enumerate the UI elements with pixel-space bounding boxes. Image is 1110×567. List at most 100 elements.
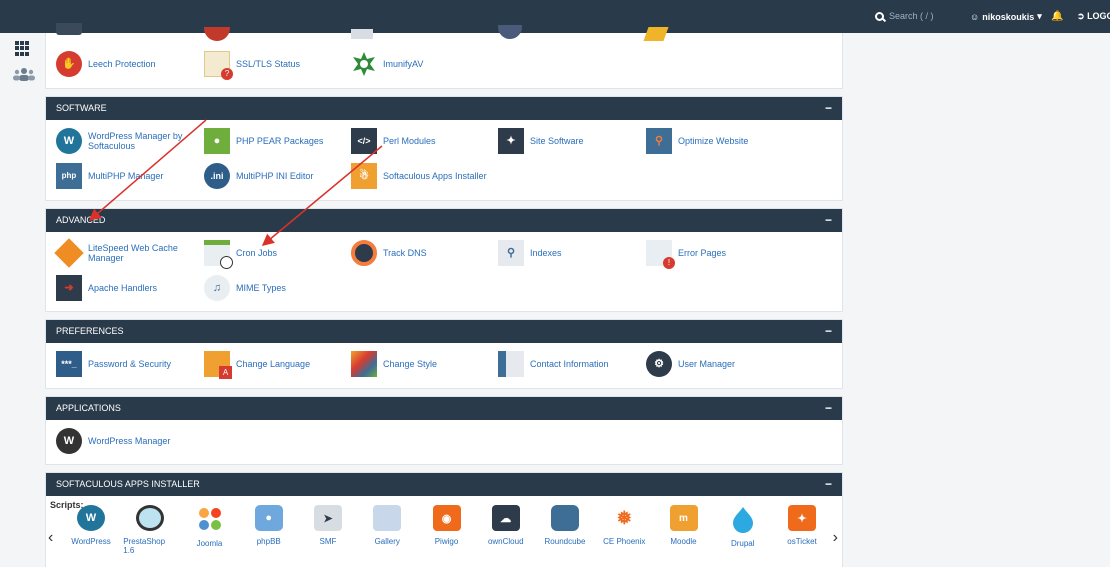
change-style-icon	[351, 351, 377, 377]
app-roundcube[interactable]: Roundcube	[538, 505, 592, 546]
app-label: CE Phoenix	[603, 537, 646, 546]
app-joomla[interactable]: Joomla	[183, 505, 237, 548]
site-software-icon: ✦	[498, 128, 524, 154]
tool-change-language[interactable]: A Change Language	[204, 351, 344, 379]
top-navigation-bar: Search ( / ) ☺ nikoskoukis ▾ 🔔 ➲ LOGOU	[0, 0, 1110, 33]
tool-track-dns[interactable]: Track DNS	[351, 240, 491, 266]
security-panel: ✋ Leech Protection ? SSL/TLS Status Imun…	[45, 23, 843, 89]
roundcube-icon	[551, 505, 579, 531]
indexes-icon: ⚲	[498, 240, 524, 266]
wordpress-icon: W	[77, 505, 105, 531]
logout-link[interactable]: ➲ LOGOU	[1077, 11, 1110, 22]
tool-php-pear-packages[interactable]: ● PHP PEAR Packages	[204, 128, 344, 154]
app-ce-phoenix[interactable]: ❅ CE Phoenix	[597, 505, 651, 547]
panel-title: APPLICATIONS	[56, 403, 121, 413]
panel-header[interactable]: APPLICATIONS −	[46, 397, 842, 420]
carousel-prev-button[interactable]: ‹	[48, 529, 53, 547]
notifications-bell-icon[interactable]: 🔔	[1051, 11, 1063, 22]
tool-ssl-tls-status[interactable]: ? SSL/TLS Status	[204, 51, 344, 80]
panel-header[interactable]: ADVANCED −	[46, 209, 842, 232]
collapse-toggle[interactable]: −	[825, 320, 832, 343]
tool-label: Perl Modules	[383, 136, 436, 146]
search-box[interactable]: Search ( / )	[875, 11, 934, 21]
app-label: ownCloud	[487, 537, 524, 546]
tool-cron-jobs[interactable]: Cron Jobs	[204, 240, 344, 269]
panel-header[interactable]: PREFERENCES −	[46, 320, 842, 343]
app-label: Joomla	[196, 539, 223, 548]
collapse-toggle[interactable]: −	[825, 473, 832, 496]
carousel-next-button[interactable]: ›	[833, 529, 838, 547]
tool-indexes[interactable]: ⚲ Indexes	[498, 240, 638, 266]
panel-title: ADVANCED	[56, 215, 106, 225]
tool-label: MultiPHP Manager	[88, 171, 164, 181]
tool-wordpress-manager[interactable]: W WordPress Manager	[56, 428, 196, 454]
app-phpbb[interactable]: ● phpBB	[242, 505, 296, 546]
panel-title: SOFTACULOUS APPS INSTALLER	[56, 479, 200, 489]
tool-wordpress-manager-softaculous[interactable]: W WordPress Manager by Softaculous	[56, 128, 196, 154]
tool-litespeed-cache-manager[interactable]: LiteSpeed Web Cache Manager	[54, 238, 196, 268]
software-panel: SOFTWARE − W WordPress Manager by Softac…	[45, 96, 843, 201]
tool-optimize-website[interactable]: ⚲ Optimize Website	[646, 128, 786, 154]
multiphp-ini-icon: .ini	[204, 163, 230, 189]
applications-panel: APPLICATIONS − W WordPress Manager	[45, 396, 843, 465]
user-manager-icon: ⚙	[646, 351, 672, 377]
tool-site-software[interactable]: ✦ Site Software	[498, 128, 638, 154]
tool-imunifyav[interactable]: ImunifyAV	[351, 51, 491, 77]
tool-label: Error Pages	[678, 248, 727, 258]
tool-multiphp-ini-editor[interactable]: .ini MultiPHP INI Editor	[204, 163, 344, 189]
collapse-toggle[interactable]: −	[825, 397, 832, 420]
users-icon[interactable]	[13, 67, 35, 81]
logout-icon: ➲	[1077, 11, 1085, 21]
app-moodle[interactable]: m Moodle	[657, 505, 711, 546]
tools-grid-icon[interactable]	[15, 41, 30, 56]
tool-error-pages[interactable]: ! Error Pages	[646, 240, 786, 269]
tool-label: Site Software	[530, 136, 584, 146]
app-label: Roundcube	[544, 537, 586, 546]
tool-password-security[interactable]: ***_ Password & Security	[56, 351, 196, 377]
tool-mime-types[interactable]: ♫ MIME Types	[204, 275, 344, 301]
tool-apache-handlers[interactable]: ➜ Apache Handlers	[56, 275, 196, 301]
tool-perl-modules[interactable]: </> Perl Modules	[351, 128, 491, 154]
perl-modules-icon: </>	[351, 128, 377, 154]
app-label: osTicket	[787, 537, 817, 546]
app-wordpress[interactable]: W WordPress	[64, 505, 118, 546]
app-piwigo[interactable]: ◉ Piwigo	[420, 505, 474, 546]
panel-header[interactable]: SOFTACULOUS APPS INSTALLER −	[46, 473, 842, 496]
password-security-icon: ***_	[56, 351, 82, 377]
collapse-toggle[interactable]: −	[825, 209, 832, 232]
tool-label: SSL/TLS Status	[236, 59, 301, 69]
user-menu[interactable]: ☺ nikoskoukis ▾	[970, 11, 1042, 22]
moodle-icon: m	[669, 505, 698, 531]
tool-multiphp-manager[interactable]: php MultiPHP Manager	[56, 163, 196, 189]
tool-change-style[interactable]: Change Style	[351, 351, 491, 377]
cron-jobs-icon	[204, 240, 233, 269]
collapse-toggle[interactable]: −	[825, 97, 832, 120]
partial-icon	[643, 27, 669, 41]
ce-phoenix-icon: ❅	[616, 507, 632, 528]
joomla-icon	[196, 505, 224, 533]
tool-label: Apache Handlers	[88, 283, 158, 293]
tool-label: Change Style	[383, 359, 438, 369]
app-gallery[interactable]: Gallery	[360, 505, 414, 546]
app-owncloud[interactable]: ☁ ownCloud	[479, 505, 533, 546]
app-osticket[interactable]: ✦ osTicket	[775, 505, 829, 546]
tool-user-manager[interactable]: ⚙ User Manager	[646, 351, 786, 377]
panel-title: PREFERENCES	[56, 326, 124, 336]
app-label: Moodle	[670, 537, 697, 546]
gallery-icon	[373, 505, 402, 531]
user-icon: ☺	[970, 11, 980, 22]
search-icon	[875, 11, 884, 21]
panel-header[interactable]: SOFTWARE −	[46, 97, 842, 120]
tool-label: Change Language	[236, 359, 311, 369]
app-prestashop[interactable]: PrestaShop 1.6	[123, 505, 177, 555]
apps-carousel: W WordPress PrestaShop 1.6 Joomla ● phpBB …	[64, 505, 829, 555]
tool-label: Optimize Website	[678, 136, 749, 146]
softaculous-icon: ☃	[351, 163, 377, 189]
tool-leech-protection[interactable]: ✋ Leech Protection	[56, 51, 196, 77]
partial-icon	[498, 25, 522, 39]
tool-contact-information[interactable]: Contact Information	[498, 351, 638, 377]
imunifyav-icon	[351, 51, 377, 77]
app-smf[interactable]: ➤ SMF	[301, 505, 355, 546]
app-drupal[interactable]: Drupal	[716, 505, 770, 548]
tool-softaculous-apps-installer[interactable]: ☃ Softaculous Apps Installer	[351, 163, 491, 189]
